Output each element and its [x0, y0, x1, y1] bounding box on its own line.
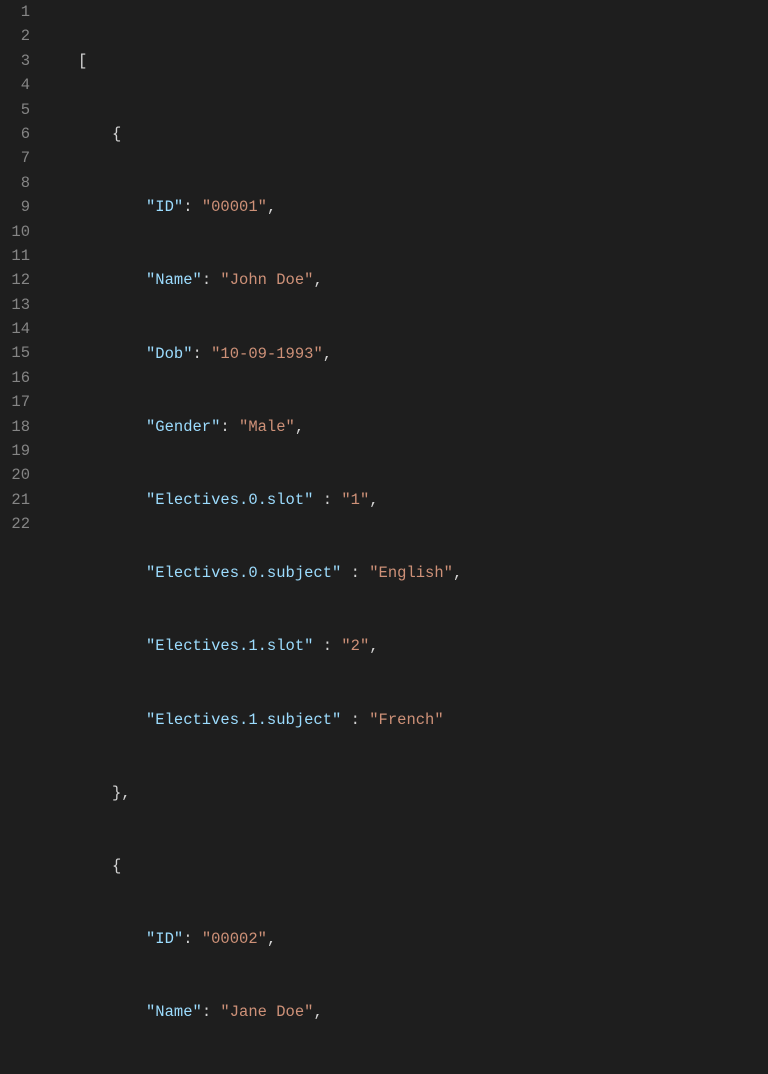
json-string: "10-09-1993" — [211, 345, 323, 363]
line-number: 6 — [0, 122, 30, 146]
json-string: "English" — [369, 564, 453, 582]
line-number: 12 — [0, 268, 30, 292]
json-string: "2" — [341, 637, 369, 655]
code-editor-content[interactable]: [ { "ID": "00001", "Name": "John Doe", "… — [44, 0, 768, 537]
code-line: "Gender": "Male", — [44, 415, 768, 439]
line-number: 1 — [0, 0, 30, 24]
json-string: "1" — [341, 491, 369, 509]
code-line: "Electives.0.slot" : "1", — [44, 488, 768, 512]
line-number: 21 — [0, 488, 30, 512]
json-key: "Name" — [146, 1003, 202, 1021]
line-number: 13 — [0, 293, 30, 317]
json-key: "Electives.0.subject" — [146, 564, 341, 582]
json-key: "Electives.1.subject" — [146, 711, 341, 729]
code-line: "Electives.1.subject" : "French" — [44, 708, 768, 732]
json-string: "Male" — [239, 418, 295, 436]
code-line: "Dob": "10-09-1993", — [44, 342, 768, 366]
line-number: 8 — [0, 171, 30, 195]
code-line: "ID": "00002", — [44, 927, 768, 951]
line-number: 3 — [0, 49, 30, 73]
json-string: "John Doe" — [220, 271, 313, 289]
brace-close: }, — [112, 784, 131, 802]
json-string: "00002" — [202, 930, 267, 948]
line-number: 14 — [0, 317, 30, 341]
json-key: "ID" — [146, 198, 183, 216]
line-number: 15 — [0, 341, 30, 365]
line-number: 4 — [0, 73, 30, 97]
json-string: "00001" — [202, 198, 267, 216]
line-number: 9 — [0, 195, 30, 219]
code-line: "Name": "Jane Doe", — [44, 1000, 768, 1024]
bracket-open: [ — [78, 52, 87, 70]
code-line: }, — [44, 781, 768, 805]
json-string: "Jane Doe" — [220, 1003, 313, 1021]
json-string: "French" — [369, 711, 443, 729]
line-number: 5 — [0, 98, 30, 122]
json-key: "ID" — [146, 930, 183, 948]
code-line: [ — [44, 49, 768, 73]
line-number: 16 — [0, 366, 30, 390]
line-number-gutter: 1 2 3 4 5 6 7 8 9 10 11 12 13 14 15 16 1… — [0, 0, 44, 537]
code-line: "Electives.1.slot" : "2", — [44, 634, 768, 658]
brace-open: { — [112, 857, 121, 875]
line-number: 18 — [0, 415, 30, 439]
code-line: { — [44, 122, 768, 146]
line-number: 22 — [0, 512, 30, 536]
brace-open: { — [112, 125, 121, 143]
line-number: 2 — [0, 24, 30, 48]
line-number: 19 — [0, 439, 30, 463]
json-key: "Electives.1.slot" — [146, 637, 313, 655]
code-line: "ID": "00001", — [44, 195, 768, 219]
line-number: 20 — [0, 463, 30, 487]
json-key: "Electives.0.slot" — [146, 491, 313, 509]
line-number: 17 — [0, 390, 30, 414]
line-number: 7 — [0, 146, 30, 170]
json-key: "Dob" — [146, 345, 193, 363]
json-key: "Gender" — [146, 418, 220, 436]
json-key: "Name" — [146, 271, 202, 289]
line-number: 11 — [0, 244, 30, 268]
code-line: "Name": "John Doe", — [44, 268, 768, 292]
code-line: { — [44, 854, 768, 878]
code-line: "Electives.0.subject" : "English", — [44, 561, 768, 585]
line-number: 10 — [0, 220, 30, 244]
